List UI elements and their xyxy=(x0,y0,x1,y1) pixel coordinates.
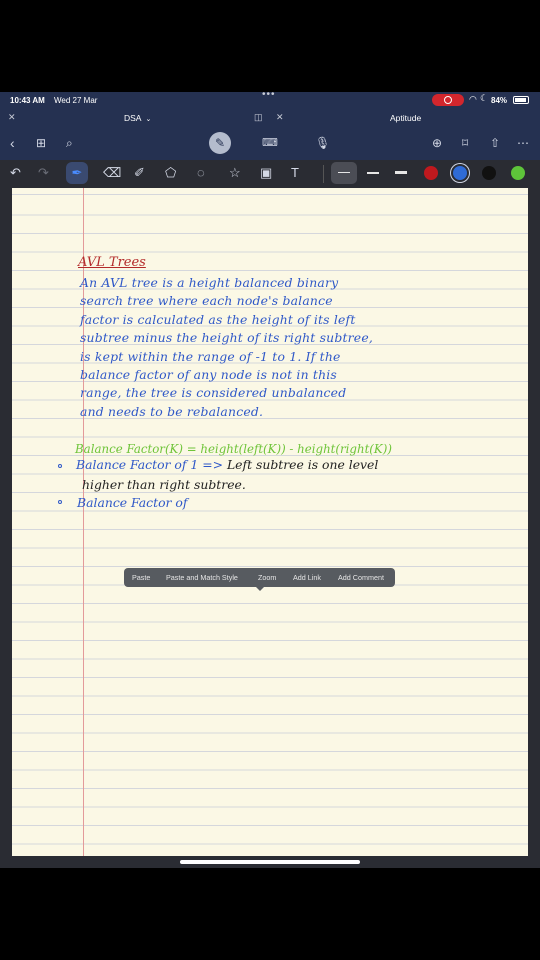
status-bar: 10:43 AM Wed 27 Mar ••• ◠ ☾ 84% xyxy=(0,89,540,108)
menu-item-paste[interactable]: Paste xyxy=(132,573,150,582)
chevron-down-icon: ⌄ xyxy=(145,116,152,123)
share-icon[interactable]: ⇧ xyxy=(490,134,500,152)
note-title: AVL Trees xyxy=(78,255,146,270)
menu-caret xyxy=(255,586,265,591)
menu-item-add-comment[interactable]: Add Comment xyxy=(338,573,384,582)
drawing-tools-bar: ↶ ↷ ✒ ⌫ ✐ ⬠ ◌ ☆ ▣ T xyxy=(0,160,540,188)
main-toolbar: ‹ ⊞ ⌕ ✎ ⌨ 🎙 ⊕ ⌑ ⇧ ⋯ xyxy=(0,128,540,160)
tab-dsa[interactable]: DSA ⌄ xyxy=(124,113,151,123)
keyboard-icon[interactable]: ⌨ xyxy=(262,134,278,152)
edit-context-menu: Paste Paste and Match Style Zoom Add Lin… xyxy=(124,568,395,591)
split-view-icon[interactable]: ◫ xyxy=(254,112,263,123)
eraser-icon[interactable]: ⌫ xyxy=(103,165,121,181)
paragraph-line: range, the tree is considered unbalanced xyxy=(80,385,347,401)
wifi-icon: ◠ xyxy=(469,94,477,104)
bullet-point xyxy=(58,464,62,468)
stroke-width-thick[interactable] xyxy=(395,171,407,174)
microphone-icon[interactable]: 🎙 xyxy=(315,134,330,152)
app-screen: 10:43 AM Wed 27 Mar ••• ◠ ☾ 84% ✕ DSA ⌄ ◫… xyxy=(0,89,540,868)
stroke-width-medium[interactable] xyxy=(367,172,379,174)
paragraph-line: factor is calculated as the height of it… xyxy=(80,311,356,327)
back-chevron-icon[interactable]: ‹ xyxy=(10,134,15,152)
battery-percentage: 84% xyxy=(491,95,508,105)
pen-tool-icon[interactable]: ✒ xyxy=(66,162,88,184)
close-tab-icon[interactable]: ✕ xyxy=(8,112,16,123)
paragraph-line: and needs to be rebalanced. xyxy=(80,403,264,419)
paragraph-line: is kept within the range of -1 to 1. If … xyxy=(80,348,341,364)
bullet-1-line: Balance Factor of 1 => Left subtree is o… xyxy=(76,456,378,474)
color-swatch-red[interactable] xyxy=(424,166,438,180)
multitasking-dots-icon[interactable]: ••• xyxy=(262,89,276,100)
add-page-icon[interactable]: ⊕ xyxy=(432,134,442,152)
paragraph-line: search tree where each node's balance xyxy=(80,293,333,309)
status-date: Wed 27 Mar xyxy=(54,95,98,105)
note-paragraph: An AVL tree is a height balanced binary … xyxy=(80,274,373,421)
bullet-1-prefix: Balance Factor of 1 => xyxy=(76,457,223,472)
color-swatch-green[interactable] xyxy=(511,166,525,180)
bullet-1-text: Left subtree is one level xyxy=(223,457,379,472)
bullet-1-continuation: higher than right subtree. xyxy=(82,477,246,492)
paragraph-line: balance factor of any node is not in thi… xyxy=(80,366,337,382)
bookmark-icon[interactable]: ⌑ xyxy=(462,134,468,152)
image-icon[interactable]: ▣ xyxy=(260,165,272,181)
tab-label: DSA xyxy=(124,113,142,123)
stroke-width-thin[interactable] xyxy=(331,162,357,184)
color-swatch-blue[interactable] xyxy=(453,166,467,180)
status-time: 10:43 AM xyxy=(10,95,45,105)
close-tab-icon[interactable]: ✕ xyxy=(276,112,284,123)
grid-view-icon[interactable]: ⊞ xyxy=(36,134,46,152)
pen-mode-toggle-icon[interactable]: ✎ xyxy=(209,132,231,154)
highlighter-icon[interactable]: ✐ xyxy=(134,165,145,181)
shapes-tool-icon[interactable]: ⬠ xyxy=(165,165,176,181)
toolbar-divider xyxy=(323,165,324,183)
menu-item-add-link[interactable]: Add Link xyxy=(293,573,321,582)
elements-sticker-icon[interactable]: ☆ xyxy=(229,165,241,181)
redo-icon[interactable]: ↷ xyxy=(38,165,49,181)
battery-icon xyxy=(513,96,529,104)
tab-aptitude[interactable]: Aptitude xyxy=(390,113,421,123)
lasso-tool-icon[interactable]: ◌ xyxy=(197,165,205,181)
document-tab-bar: ✕ DSA ⌄ ◫ ✕ Aptitude xyxy=(0,108,540,128)
focus-moon-icon: ☾ xyxy=(480,93,489,103)
menu-item-paste-match-style[interactable]: Paste and Match Style xyxy=(166,573,238,582)
bullet-point xyxy=(58,500,62,504)
more-options-icon[interactable]: ⋯ xyxy=(517,134,529,152)
bullet-2-text: Balance Factor of xyxy=(77,495,188,510)
search-icon[interactable]: ⌕ xyxy=(66,134,73,152)
paragraph-line: An AVL tree is a height balanced binary xyxy=(80,275,339,290)
text-tool-icon[interactable]: T xyxy=(291,165,299,181)
home-indicator[interactable] xyxy=(180,860,360,864)
screen-recording-icon[interactable] xyxy=(432,94,464,106)
undo-icon[interactable]: ↶ xyxy=(10,165,21,181)
color-swatch-black[interactable] xyxy=(482,166,496,180)
paragraph-line: subtree minus the height of its right su… xyxy=(80,330,373,346)
menu-item-zoom[interactable]: Zoom xyxy=(258,573,276,582)
